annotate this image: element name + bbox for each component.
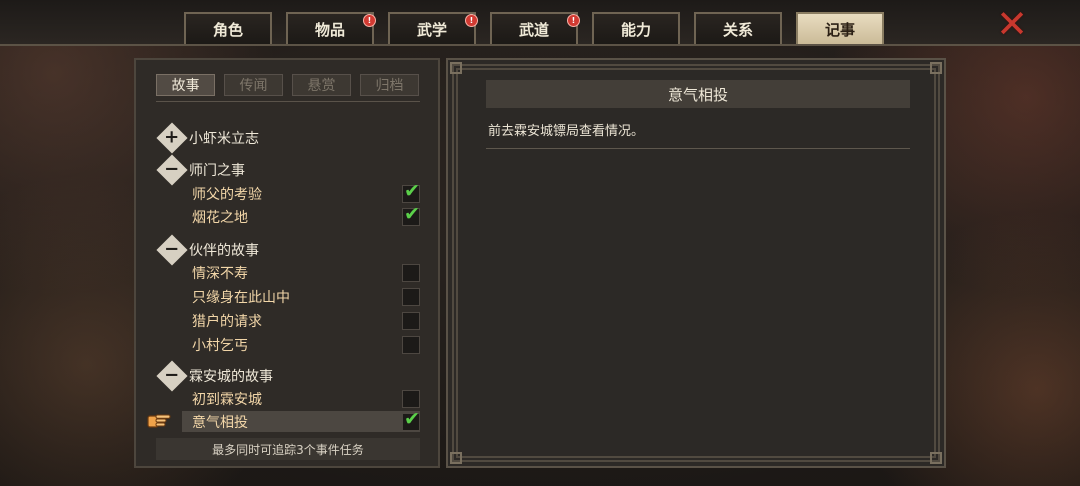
quest-item[interactable]: 师父的考验 ✔ [154,180,420,205]
tab-character[interactable]: 角色 [184,12,272,44]
top-tab-bar: 角色 物品! 武学! 武道! 能力 关系 记事 ✕ [0,0,1080,46]
close-x-icon[interactable]: ✕ [992,5,1032,43]
quest-item[interactable]: 情深不寿 [154,262,420,284]
quest-item[interactable]: 小村乞丐 [154,334,420,356]
collapse-icon: − [156,360,188,392]
check-icon: ✔ [404,203,420,225]
quest-item[interactable]: 猎户的请求 [154,310,420,332]
quest-title: 意气相投 [486,80,910,108]
corner-ornament [450,62,462,74]
tab-abilities[interactable]: 能力 [592,12,680,44]
quest-group[interactable]: − 霖安城的故事 [154,360,273,392]
subtab-bounties[interactable]: 悬赏 [292,74,351,96]
subtab-archive[interactable]: 归档 [360,74,419,96]
tracked-checkbox[interactable]: ✔ [402,203,420,226]
tab-relations[interactable]: 关系 [694,12,782,44]
tab-journal[interactable]: 记事 [796,12,884,44]
tracked-checkbox[interactable]: ✔ [402,408,420,431]
check-icon: ✔ [404,408,420,430]
tab-martial-way[interactable]: 武道! [490,12,580,44]
notification-badge: ! [465,14,478,27]
tracked-checkbox[interactable] [402,312,420,330]
tracking-limit-note: 最多同时可追踪3个事件任务 [156,438,420,460]
quest-item-selected[interactable]: 意气相投 ✔ [182,408,420,432]
group-title: 小虾米立志 [189,131,259,147]
quest-group[interactable]: + 小虾米立志 [154,122,259,154]
quest-item[interactable]: 只缘身在此山中 [154,286,420,308]
tracked-checkbox[interactable] [402,390,420,408]
collapse-icon: − [156,234,188,266]
corner-ornament [930,452,942,464]
subtab-story[interactable]: 故事 [156,74,215,96]
quest-group[interactable]: − 师门之事 [154,154,245,186]
tracked-checkbox[interactable] [402,336,420,354]
subtab-rumors[interactable]: 传闻 [224,74,283,96]
pointing-hand-icon [147,414,171,428]
quest-description: 前去霖安城镖局查看情况。 [488,124,645,139]
corner-ornament [450,452,462,464]
divider [486,148,910,149]
notification-badge: ! [567,14,580,27]
quest-item[interactable]: 烟花之地 ✔ [154,203,420,228]
collapse-icon: − [156,154,188,186]
tracked-checkbox[interactable]: ✔ [402,180,420,203]
quest-item[interactable]: 初到霖安城 [154,388,420,410]
tracked-checkbox[interactable] [402,288,420,306]
check-icon: ✔ [404,180,420,202]
group-title: 霖安城的故事 [189,369,273,385]
group-title: 师门之事 [189,163,245,179]
notification-badge: ! [363,14,376,27]
tracked-checkbox[interactable] [402,264,420,282]
group-title: 伙伴的故事 [189,243,259,259]
quest-list-panel: 故事 传闻 悬赏 归档 + 小虾米立志 − 师门之事 师父的考验 ✔ 烟花之地 … [134,58,440,468]
quest-group[interactable]: − 伙伴的故事 [154,234,259,266]
expand-icon: + [156,122,188,154]
quest-detail-panel: 意气相投 前去霖安城镖局查看情况。 [446,58,946,468]
tab-items[interactable]: 物品! [286,12,376,44]
quest-list[interactable]: + 小虾米立志 − 师门之事 师父的考验 ✔ 烟花之地 ✔ − 伙伴的故事 情深… [154,102,424,432]
corner-ornament [930,62,942,74]
tab-martial-arts[interactable]: 武学! [388,12,478,44]
subtab-bar: 故事 传闻 悬赏 归档 [156,74,420,96]
